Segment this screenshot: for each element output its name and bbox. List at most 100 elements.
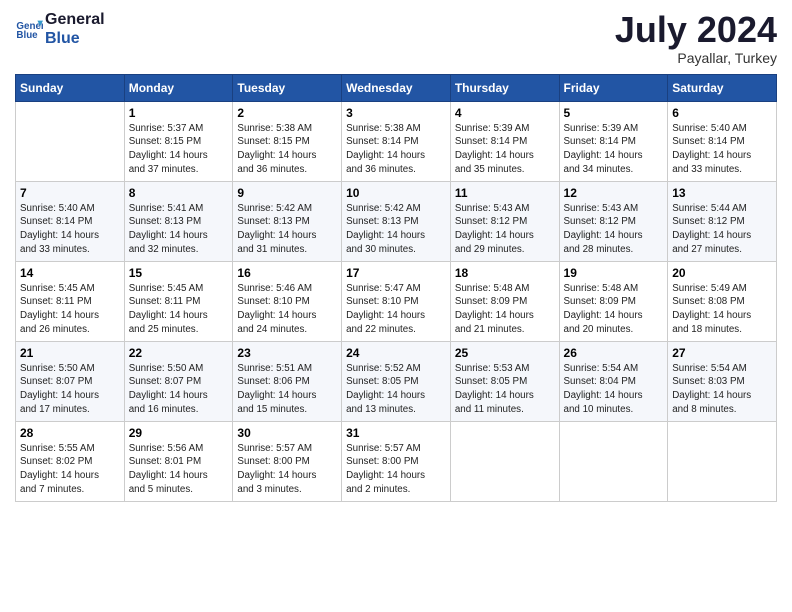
day-cell: 2Sunrise: 5:38 AMSunset: 8:15 PMDaylight… (233, 101, 342, 181)
day-number: 7 (20, 186, 120, 200)
day-cell (450, 421, 559, 501)
day-number: 29 (129, 426, 229, 440)
day-info: Sunrise: 5:50 AMSunset: 8:07 PMDaylight:… (129, 362, 229, 417)
day-cell: 6 Sunrise: 5:40 AMSunset: 8:14 PMDaylight… (668, 101, 777, 181)
day-cell: 13 Sunrise: 5:44 AMSunset: 8:12 PMDayligh… (668, 181, 777, 261)
day-cell: 3 Sunrise: 5:38 AMSunset: 8:14 PMDaylight… (342, 101, 451, 181)
day-cell: 5 Sunrise: 5:39 AMSunset: 8:14 PMDaylight… (559, 101, 668, 181)
day-info: Sunrise: 5:38 AMSunset: 8:15 PMDaylight:… (237, 122, 337, 177)
logo-line1: General (45, 10, 105, 29)
day-cell: 15 Sunrise: 5:45 AMSunset: 8:11 PMDayligh… (124, 261, 233, 341)
weekday-header-friday: Friday (559, 74, 668, 101)
day-number: 30 (237, 426, 337, 440)
logo-icon: General Blue (15, 15, 43, 43)
day-info: Sunrise: 5:45 AMSunset: 8:11 PMDaylight:… (20, 282, 120, 337)
calendar-table: SundayMondayTuesdayWednesdayThursdayFrid… (15, 74, 777, 502)
day-cell: 8 Sunrise: 5:41 AMSunset: 8:13 PMDaylight… (124, 181, 233, 261)
weekday-header-row: SundayMondayTuesdayWednesdayThursdayFrid… (16, 74, 777, 101)
day-info: Sunrise: 5:43 AMSunset: 8:12 PMDaylight:… (564, 202, 664, 257)
day-number: 9 (237, 186, 337, 200)
day-info: Sunrise: 5:48 AMSunset: 8:09 PMDaylight:… (564, 282, 664, 337)
logo-line2: Blue (45, 29, 105, 48)
day-info: Sunrise: 5:39 AMSunset: 8:14 PMDaylight:… (455, 122, 555, 177)
day-info: Sunrise: 5:48 AMSunset: 8:09 PMDaylight:… (455, 282, 555, 337)
weekday-header-sunday: Sunday (16, 74, 125, 101)
day-number: 26 (564, 346, 664, 360)
day-cell: 25Sunrise: 5:53 AMSunset: 8:05 PMDayligh… (450, 341, 559, 421)
day-info: Sunrise: 5:40 AMSunset: 8:14 PMDaylight:… (672, 122, 772, 177)
day-cell: 14 Sunrise: 5:45 AMSunset: 8:11 PMDayligh… (16, 261, 125, 341)
day-number: 28 (20, 426, 120, 440)
weekday-header-tuesday: Tuesday (233, 74, 342, 101)
day-number: 17 (346, 266, 446, 280)
day-number: 14 (20, 266, 120, 280)
day-info: Sunrise: 5:53 AMSunset: 8:05 PMDaylight:… (455, 362, 555, 417)
weekday-header-wednesday: Wednesday (342, 74, 451, 101)
day-number: 12 (564, 186, 664, 200)
day-number: 27 (672, 346, 772, 360)
day-cell: 30Sunrise: 5:57 AMSunset: 8:00 PMDayligh… (233, 421, 342, 501)
day-cell: 23 Sunrise: 5:51 AMSunset: 8:06 PMDayligh… (233, 341, 342, 421)
day-cell: 11Sunrise: 5:43 AMSunset: 8:12 PMDayligh… (450, 181, 559, 261)
day-info: Sunrise: 5:54 AMSunset: 8:03 PMDaylight:… (672, 362, 772, 417)
title-block: July 2024 Payallar, Turkey (615, 10, 777, 66)
day-number: 10 (346, 186, 446, 200)
day-number: 23 (237, 346, 337, 360)
day-info: Sunrise: 5:44 AMSunset: 8:12 PMDaylight:… (672, 202, 772, 257)
day-info: Sunrise: 5:42 AMSunset: 8:13 PMDaylight:… (237, 202, 337, 257)
day-cell (668, 421, 777, 501)
day-cell: 17Sunrise: 5:47 AMSunset: 8:10 PMDayligh… (342, 261, 451, 341)
day-info: Sunrise: 5:55 AMSunset: 8:02 PMDaylight:… (20, 442, 120, 497)
day-cell: 31 Sunrise: 5:57 AMSunset: 8:00 PMDayligh… (342, 421, 451, 501)
day-cell: 7Sunrise: 5:40 AMSunset: 8:14 PMDaylight… (16, 181, 125, 261)
day-info: Sunrise: 5:42 AMSunset: 8:13 PMDaylight:… (346, 202, 446, 257)
day-info: Sunrise: 5:54 AMSunset: 8:04 PMDaylight:… (564, 362, 664, 417)
day-info: Sunrise: 5:39 AMSunset: 8:14 PMDaylight:… (564, 122, 664, 177)
day-number: 3 (346, 106, 446, 120)
day-cell: 28 Sunrise: 5:55 AMSunset: 8:02 PMDayligh… (16, 421, 125, 501)
day-cell: 1Sunrise: 5:37 AMSunset: 8:15 PMDaylight… (124, 101, 233, 181)
week-row-2: 7Sunrise: 5:40 AMSunset: 8:14 PMDaylight… (16, 181, 777, 261)
svg-text:Blue: Blue (16, 30, 38, 41)
day-number: 15 (129, 266, 229, 280)
day-number: 24 (346, 346, 446, 360)
day-cell (559, 421, 668, 501)
day-number: 4 (455, 106, 555, 120)
week-row-4: 21 Sunrise: 5:50 AMSunset: 8:07 PMDayligh… (16, 341, 777, 421)
day-cell: 26 Sunrise: 5:54 AMSunset: 8:04 PMDayligh… (559, 341, 668, 421)
day-number: 31 (346, 426, 446, 440)
day-cell: 16Sunrise: 5:46 AMSunset: 8:10 PMDayligh… (233, 261, 342, 341)
day-cell: 29Sunrise: 5:56 AMSunset: 8:01 PMDayligh… (124, 421, 233, 501)
day-cell: 18Sunrise: 5:48 AMSunset: 8:09 PMDayligh… (450, 261, 559, 341)
day-info: Sunrise: 5:37 AMSunset: 8:15 PMDaylight:… (129, 122, 229, 177)
day-cell: 24 Sunrise: 5:52 AMSunset: 8:05 PMDayligh… (342, 341, 451, 421)
day-info: Sunrise: 5:45 AMSunset: 8:11 PMDaylight:… (129, 282, 229, 337)
day-number: 13 (672, 186, 772, 200)
location-subtitle: Payallar, Turkey (615, 50, 777, 66)
day-number: 16 (237, 266, 337, 280)
day-cell: 12 Sunrise: 5:43 AMSunset: 8:12 PMDayligh… (559, 181, 668, 261)
day-number: 22 (129, 346, 229, 360)
month-title: July 2024 (615, 10, 777, 50)
day-cell: 19Sunrise: 5:48 AMSunset: 8:09 PMDayligh… (559, 261, 668, 341)
day-info: Sunrise: 5:52 AMSunset: 8:05 PMDaylight:… (346, 362, 446, 417)
weekday-header-monday: Monday (124, 74, 233, 101)
day-info: Sunrise: 5:43 AMSunset: 8:12 PMDaylight:… (455, 202, 555, 257)
day-info: Sunrise: 5:41 AMSunset: 8:13 PMDaylight:… (129, 202, 229, 257)
day-cell: 9 Sunrise: 5:42 AMSunset: 8:13 PMDaylight… (233, 181, 342, 261)
weekday-header-saturday: Saturday (668, 74, 777, 101)
day-info: Sunrise: 5:38 AMSunset: 8:14 PMDaylight:… (346, 122, 446, 177)
weekday-header-thursday: Thursday (450, 74, 559, 101)
page-header: General Blue General Blue July 2024 Paya… (15, 10, 777, 66)
day-info: Sunrise: 5:51 AMSunset: 8:06 PMDaylight:… (237, 362, 337, 417)
week-row-1: 1Sunrise: 5:37 AMSunset: 8:15 PMDaylight… (16, 101, 777, 181)
day-cell: 10 Sunrise: 5:42 AMSunset: 8:13 PMDayligh… (342, 181, 451, 261)
day-info: Sunrise: 5:50 AMSunset: 8:07 PMDaylight:… (20, 362, 120, 417)
day-number: 8 (129, 186, 229, 200)
day-cell: 22 Sunrise: 5:50 AMSunset: 8:07 PMDayligh… (124, 341, 233, 421)
day-cell: 27 Sunrise: 5:54 AMSunset: 8:03 PMDayligh… (668, 341, 777, 421)
day-number: 5 (564, 106, 664, 120)
day-number: 6 (672, 106, 772, 120)
day-number: 21 (20, 346, 120, 360)
day-info: Sunrise: 5:57 AMSunset: 8:00 PMDaylight:… (346, 442, 446, 497)
